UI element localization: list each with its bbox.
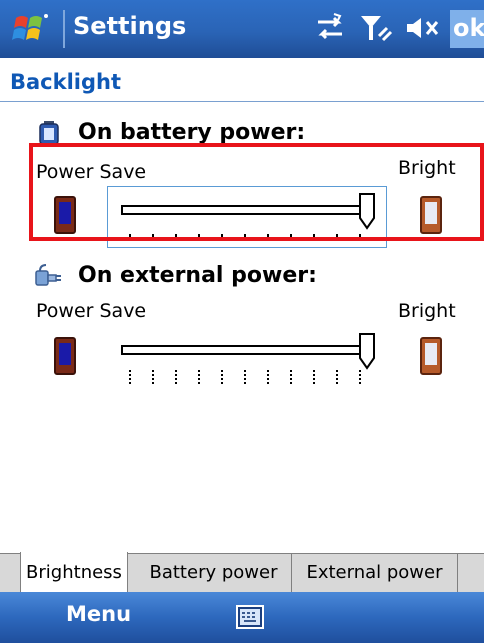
window-title: Settings (73, 12, 187, 40)
screen: Settings ok Backlight On battery power: … (0, 0, 484, 643)
external-power-save-label: Power Save (36, 300, 147, 322)
external-bright-label: Bright (398, 300, 456, 322)
section-divider (0, 101, 484, 102)
plug-icon (35, 264, 61, 286)
highlight-annotation (29, 143, 484, 241)
tab-battery-power[interactable]: Battery power (136, 554, 292, 592)
keyboard-icon[interactable] (236, 605, 264, 629)
menu-button[interactable]: Menu (66, 602, 131, 626)
signal-icon[interactable] (357, 10, 397, 46)
title-separator (63, 10, 65, 48)
tab-external-power[interactable]: External power (292, 554, 458, 592)
section-title: Backlight (10, 70, 122, 94)
tab-strip: Brightness Battery power External power (0, 552, 484, 593)
bright-device-icon (420, 337, 442, 375)
connectivity-icon[interactable] (312, 10, 348, 46)
tab-brightness[interactable]: Brightness (20, 552, 128, 593)
external-group-title: On external power: (78, 263, 317, 288)
menu-bar: Menu (0, 592, 484, 643)
external-brightness-slider[interactable] (120, 332, 382, 388)
volume-muted-icon[interactable] (403, 10, 443, 46)
slider-ticks (129, 370, 361, 384)
slider-thumb (359, 333, 375, 370)
title-bar: Settings ok (0, 0, 484, 58)
battery-group-title: On battery power: (78, 120, 306, 145)
dim-device-icon (54, 337, 76, 375)
windows-start-logo[interactable] (10, 8, 54, 50)
ok-button[interactable]: ok (450, 10, 484, 48)
